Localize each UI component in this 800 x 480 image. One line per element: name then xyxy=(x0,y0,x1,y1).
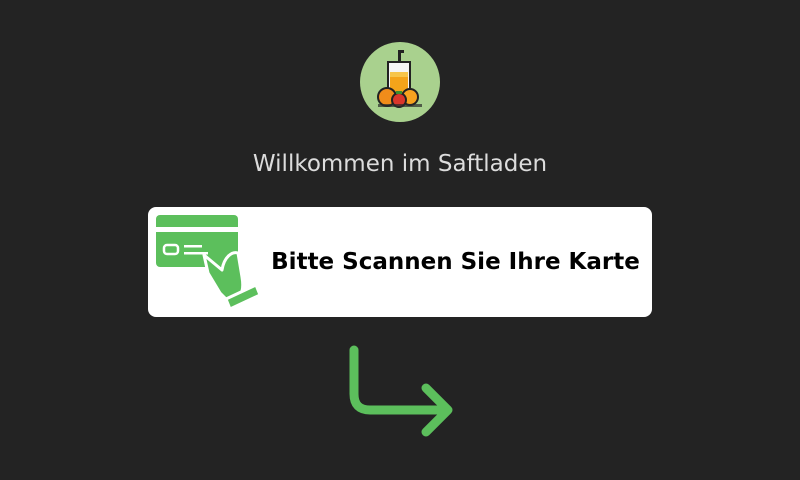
juice-logo-icon xyxy=(360,42,440,122)
scan-card-label: Bitte Scannen Sie Ihre Karte xyxy=(271,249,640,275)
welcome-heading: Willkommen im Saftladen xyxy=(252,151,548,177)
card-in-hand-icon xyxy=(156,215,262,311)
juice-glass-fruit-icon xyxy=(377,50,422,108)
scan-card-panel: Bitte Scannen Sie Ihre Karte xyxy=(148,207,652,317)
arrow-down-right-icon xyxy=(349,345,453,437)
